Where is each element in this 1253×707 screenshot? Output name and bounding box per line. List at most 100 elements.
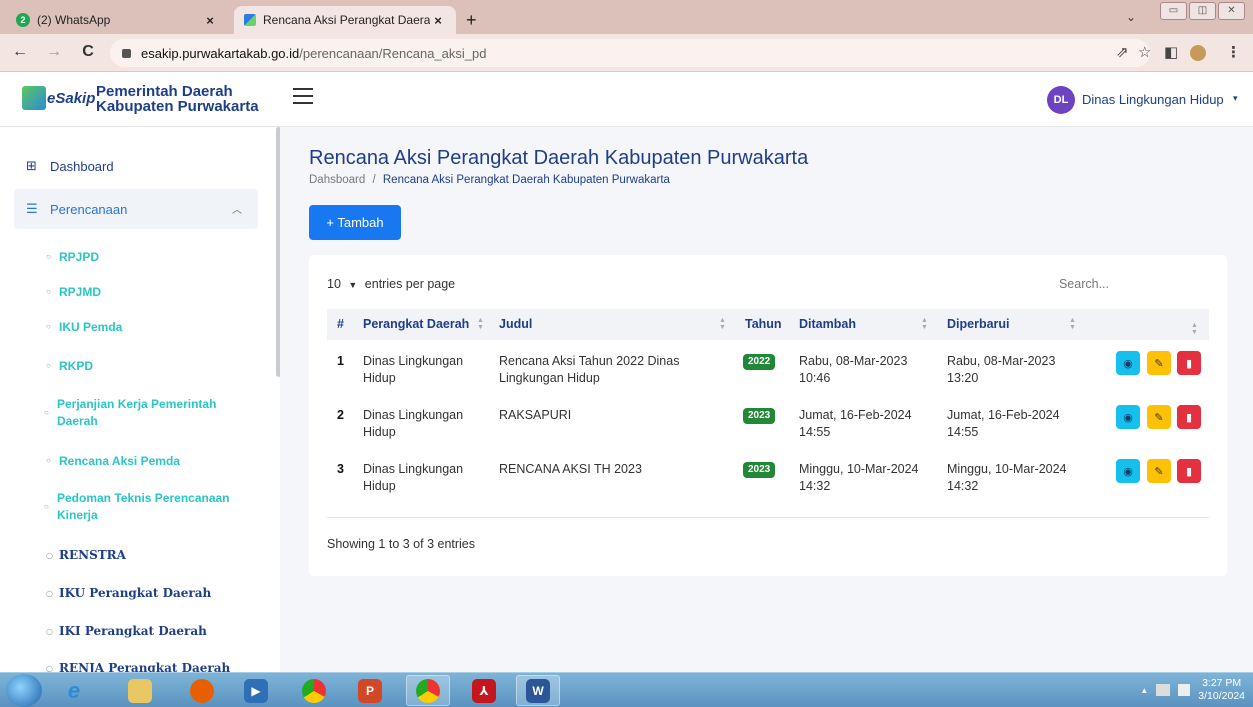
sort-icon[interactable]: ▲ ▼	[1191, 322, 1198, 336]
internet-explorer-icon[interactable]: e	[52, 675, 96, 706]
acrobat-icon[interactable]: ⅄	[462, 675, 506, 706]
clock-time: 3:27 PM	[1202, 677, 1242, 689]
sidebar-item-perencanaan[interactable]: ☰ Perencanaan ︿	[14, 189, 258, 229]
forward-button[interactable]: →	[44, 43, 64, 61]
avatar[interactable]: DL	[1047, 86, 1075, 114]
start-button-icon[interactable]	[6, 674, 42, 707]
reload-button[interactable]: C	[78, 43, 98, 61]
sidebar-subitem-iku-pd[interactable]: ○ IKU Perangkat Daerah	[46, 585, 211, 602]
edit-button[interactable]: ✎	[1147, 351, 1171, 375]
sidebar-subitem-rencana-aksi-pemda[interactable]: ○ Rencana Aksi Pemda	[46, 453, 180, 470]
main-content: Rencana Aksi Perangkat Daerah Kabupaten …	[282, 127, 1253, 672]
cell-line: RENCANA AKSI TH 2023	[499, 462, 642, 476]
view-button[interactable]: ◉	[1116, 351, 1140, 375]
search-input[interactable]: Search...	[1059, 277, 1109, 291]
tab-search-icon[interactable]: ⌄	[1126, 10, 1136, 24]
side-panel-icon[interactable]: ◧	[1164, 43, 1178, 61]
close-window-button[interactable]: ✕	[1218, 2, 1245, 20]
org-line2: Kabupaten Purwakarta	[96, 98, 259, 115]
row-number: 1	[337, 354, 344, 368]
bullet-icon: ○	[46, 361, 51, 370]
sidebar-subitem-label: RKPD	[59, 359, 94, 373]
caret-down-icon[interactable]: ▾	[1233, 93, 1238, 104]
sidebar-item-dashboard[interactable]: ⊞ Dashboard	[26, 158, 114, 174]
file-explorer-icon[interactable]	[118, 675, 162, 706]
firefox-icon[interactable]	[180, 675, 224, 706]
view-button[interactable]: ◉	[1116, 459, 1140, 483]
column-header-judul[interactable]: Judul	[499, 317, 532, 331]
edit-button[interactable]: ✎	[1147, 405, 1171, 429]
tab-whatsapp[interactable]: 2 (2) WhatsApp ×	[6, 6, 228, 34]
sidebar-subitem-perjanjian-kerja[interactable]: ○ Perjanjian Kerja Pemerintah Daerah	[44, 396, 216, 430]
sidebar-subitem-rkpd[interactable]: ○ RKPD	[46, 358, 93, 375]
cell-line: 14:32	[947, 479, 979, 493]
bookmark-star-icon[interactable]: ☆	[1138, 43, 1151, 61]
entries-per-page-select[interactable]: 10 ▼ entries per page	[327, 277, 455, 291]
sidebar-subitem-label: RENJA Perangkat Daerah	[59, 661, 231, 672]
sidebar-subitem-pedoman-teknis[interactable]: ○ Pedoman Teknis Perencanaan Kinerja	[44, 490, 230, 524]
cell-line: Jumat, 16-Feb-2024	[799, 408, 912, 422]
user-menu[interactable]: Dinas Lingkungan Hidup	[1082, 92, 1224, 107]
url-input[interactable]: esakip.purwakartakab.go.id/perencanaan/R…	[110, 39, 1150, 67]
cell-diperbarui: Minggu, 10-Mar-2024 14:32	[947, 461, 1067, 495]
sidebar-subitem-label: IKU Pemda	[59, 320, 123, 334]
column-header-no[interactable]: #	[337, 317, 344, 331]
back-button[interactable]: ←	[10, 43, 30, 61]
year-badge: 2023	[743, 462, 776, 478]
column-header-diperbarui[interactable]: Diperbarui	[947, 317, 1010, 331]
cell-perangkat-daerah: Dinas Lingkungan Hidup	[363, 353, 463, 387]
sort-icon[interactable]: ▲ ▼	[477, 317, 484, 331]
esakip-favicon-icon	[244, 14, 256, 26]
close-tab-icon[interactable]: ×	[430, 13, 446, 28]
maximize-button[interactable]: ◫	[1189, 2, 1216, 20]
close-tab-icon[interactable]: ×	[202, 13, 218, 28]
table-row: 2 Dinas Lingkungan Hidup RAKSAPURI 2023 …	[327, 397, 1209, 449]
profile-avatar-icon[interactable]	[1190, 45, 1206, 61]
network-icon[interactable]	[1156, 684, 1171, 696]
cell-judul: RENCANA AKSI TH 2023	[499, 461, 642, 478]
delete-button[interactable]: ▮	[1177, 459, 1201, 483]
tray-expand-icon[interactable]: ▲	[1140, 686, 1148, 695]
chrome-icon[interactable]	[292, 675, 336, 706]
sidebar-subitem-renstra[interactable]: ○ RENSTRA	[46, 547, 126, 564]
delete-button[interactable]: ▮	[1177, 405, 1201, 429]
delete-button[interactable]: ▮	[1177, 351, 1201, 375]
sidebar-subitem-iku-pemda[interactable]: ○ IKU Pemda	[46, 319, 122, 336]
column-header-ditambah[interactable]: Ditambah	[799, 317, 856, 331]
cell-line: 10:46	[799, 371, 831, 385]
edit-button[interactable]: ✎	[1147, 459, 1171, 483]
sidebar-subitem-label: Daerah	[57, 414, 98, 428]
tab-rencana-aksi[interactable]: Rencana Aksi Perangkat Daerah I ×	[234, 6, 456, 34]
browser-menu-icon[interactable]: ⋮	[1226, 43, 1241, 61]
view-button[interactable]: ◉	[1116, 405, 1140, 429]
sidebar-subitem-iki-pd[interactable]: ○ IKI Perangkat Daerah	[46, 623, 207, 640]
minimize-button[interactable]: ▭	[1160, 2, 1187, 20]
action-center-icon[interactable]	[1178, 684, 1191, 696]
sidebar-subitem-rpjpd[interactable]: ○ RPJPD	[46, 249, 99, 266]
sidebar-subitem-rpjmd[interactable]: ○ RPJMD	[46, 284, 101, 301]
breadcrumb-home[interactable]: Dahsboard	[309, 174, 365, 186]
media-player-icon[interactable]: ▶	[234, 675, 278, 706]
hamburger-menu-icon[interactable]	[293, 88, 313, 104]
column-header-tahun[interactable]: Tahun	[745, 317, 782, 331]
new-tab-button[interactable]: +	[466, 10, 477, 31]
cell-ditambah: Rabu, 08-Mar-2023 10:46	[799, 353, 907, 387]
sidebar-subitem-renja-pd[interactable]: ○ RENJA Perangkat Daerah	[46, 660, 230, 672]
word-icon[interactable]: W	[516, 675, 560, 706]
sidebar-scrollbar[interactable]	[276, 127, 280, 377]
sort-icon[interactable]: ▲ ▼	[921, 317, 928, 331]
cell-diperbarui: Rabu, 08-Mar-2023 13:20	[947, 353, 1055, 387]
share-icon[interactable]: ⇗	[1116, 43, 1129, 61]
bullet-icon: ○	[46, 456, 51, 465]
add-button[interactable]: + Tambah	[309, 205, 401, 240]
bullet-icon: ○	[46, 626, 53, 636]
powerpoint-icon[interactable]: P	[348, 675, 392, 706]
sort-icon[interactable]: ▲ ▼	[1069, 317, 1076, 331]
bullet-icon: ○	[44, 408, 49, 417]
column-header-perangkat-daerah[interactable]: Perangkat Daerah	[363, 317, 469, 331]
chrome-active-icon[interactable]	[406, 675, 450, 706]
sort-icon[interactable]: ▲ ▼	[719, 317, 726, 331]
cell-line: 14:55	[947, 425, 979, 439]
breadcrumb-current: Rencana Aksi Perangkat Daerah Kabupaten …	[382, 174, 670, 186]
clock[interactable]: 3:27 PM 3/10/2024	[1198, 677, 1245, 703]
